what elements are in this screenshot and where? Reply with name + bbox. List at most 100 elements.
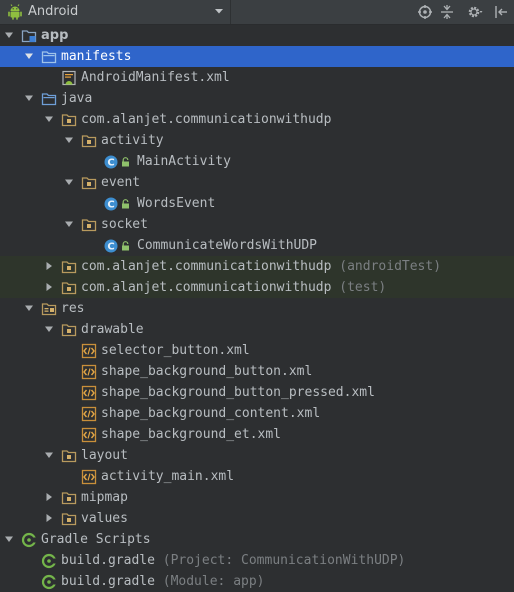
project-toolbar: Android xyxy=(0,0,514,25)
folder-icon xyxy=(41,51,57,64)
tree-item-label: res xyxy=(61,301,85,316)
collapse-icon[interactable] xyxy=(439,4,455,20)
package-icon xyxy=(81,135,97,148)
chevron-right-icon[interactable] xyxy=(44,513,54,523)
tree-item-label: build.gradle (Project: CommunicationWith… xyxy=(61,552,405,569)
tree-item-package-activity[interactable]: activity xyxy=(0,130,514,151)
class-icon: C xyxy=(104,155,118,169)
tree-item-mipmap[interactable]: mipmap xyxy=(0,487,514,508)
tree-item-xml-file[interactable]: shape_background_content.xml xyxy=(0,403,514,424)
folder-icon xyxy=(61,450,77,463)
chevron-right-icon[interactable] xyxy=(44,492,54,502)
project-tree: app manifests AndroidManifest.xml java c… xyxy=(0,25,514,592)
package-icon xyxy=(61,261,77,274)
tree-item-android-manifest[interactable]: AndroidManifest.xml xyxy=(0,67,514,88)
tree-item-xml-file[interactable]: selector_button.xml xyxy=(0,340,514,361)
lock-icon xyxy=(122,241,129,251)
tree-item-label: event xyxy=(101,175,141,190)
tree-item-package-android-test[interactable]: com.alanjet.communicationwithudp (androi… xyxy=(0,256,514,277)
view-mode-dropdown[interactable]: Android xyxy=(0,0,231,24)
chevron-down-icon[interactable] xyxy=(4,30,14,40)
lock-icon xyxy=(122,199,129,209)
chevron-down-icon[interactable] xyxy=(44,114,54,124)
svg-text:C: C xyxy=(107,242,114,253)
tree-item-values[interactable]: values xyxy=(0,508,514,529)
gradle-icon xyxy=(41,574,57,590)
file-name: build.gradle xyxy=(61,574,155,589)
tree-item-hint: (Project: CommunicationWithUDP) xyxy=(162,553,406,568)
tree-item-label: app xyxy=(41,28,69,43)
tree-item-label: selector_button.xml xyxy=(101,343,250,358)
tree-item-label: MainActivity xyxy=(137,154,231,169)
tree-item-label: com.alanjet.communicationwithudp (test) xyxy=(81,279,386,296)
source-folder-icon xyxy=(41,93,57,106)
module-folder-icon xyxy=(21,30,37,43)
tree-item-class[interactable]: C CommunicateWordsWithUDP xyxy=(0,235,514,256)
lock-icon xyxy=(122,157,129,167)
tree-item-label: Gradle Scripts xyxy=(41,532,151,547)
tree-item-label: AndroidManifest.xml xyxy=(81,70,230,85)
chevron-down-icon[interactable] xyxy=(64,135,74,145)
tree-item-label: activity xyxy=(101,133,164,148)
tree-item-build-gradle-project[interactable]: build.gradle (Project: CommunicationWith… xyxy=(0,550,514,571)
tree-item-label: java xyxy=(61,91,93,106)
tree-item-package-event[interactable]: event xyxy=(0,172,514,193)
tree-item-label: CommunicateWordsWithUDP xyxy=(137,238,318,253)
tree-item-xml-file[interactable]: shape_background_et.xml xyxy=(0,424,514,445)
tree-item-package-test[interactable]: com.alanjet.communicationwithudp (test) xyxy=(0,277,514,298)
xml-file-icon xyxy=(81,385,97,401)
hide-icon[interactable] xyxy=(493,4,509,20)
chevron-down-icon[interactable] xyxy=(44,450,54,460)
tree-item-xml-file[interactable]: activity_main.xml xyxy=(0,466,514,487)
package-icon xyxy=(61,114,77,127)
gear-icon[interactable] xyxy=(467,4,483,20)
tree-item-label: values xyxy=(81,511,128,526)
tree-item-label: WordsEvent xyxy=(137,196,216,211)
tree-item-label: shape_background_button_pressed.xml xyxy=(101,385,375,400)
chevron-down-icon xyxy=(215,9,223,14)
manifest-file-icon xyxy=(62,70,76,86)
tree-item-xml-file[interactable]: shape_background_button.xml xyxy=(0,361,514,382)
tree-item-hint: (androidTest) xyxy=(339,259,442,274)
tree-item-layout[interactable]: layout xyxy=(0,445,514,466)
tree-item-app[interactable]: app xyxy=(0,25,514,46)
tree-item-label: layout xyxy=(81,448,128,463)
tree-item-package-socket[interactable]: socket xyxy=(0,214,514,235)
chevron-down-icon[interactable] xyxy=(64,177,74,187)
tree-item-java[interactable]: java xyxy=(0,88,514,109)
tree-item-res[interactable]: res xyxy=(0,298,514,319)
chevron-down-icon[interactable] xyxy=(4,534,14,544)
tree-item-manifests[interactable]: manifests xyxy=(0,46,514,67)
package-name: com.alanjet.communicationwithudp xyxy=(81,259,332,274)
chevron-down-icon[interactable] xyxy=(24,93,34,103)
chevron-down-icon[interactable] xyxy=(64,219,74,229)
class-icon: C xyxy=(104,239,118,253)
chevron-right-icon[interactable] xyxy=(44,282,54,292)
chevron-right-icon[interactable] xyxy=(44,261,54,271)
xml-file-icon xyxy=(81,427,97,443)
tree-item-xml-file[interactable]: shape_background_button_pressed.xml xyxy=(0,382,514,403)
tree-item-class[interactable]: C WordsEvent xyxy=(0,193,514,214)
tree-item-drawable[interactable]: drawable xyxy=(0,319,514,340)
tree-item-gradle-scripts[interactable]: Gradle Scripts xyxy=(0,529,514,550)
tree-item-build-gradle-module[interactable]: build.gradle (Module: app) xyxy=(0,571,514,592)
view-mode-label: Android xyxy=(28,4,79,19)
chevron-down-icon[interactable] xyxy=(24,51,34,61)
android-icon xyxy=(8,4,22,20)
tree-item-label: shape_background_content.xml xyxy=(101,406,321,421)
chevron-down-icon[interactable] xyxy=(44,324,54,334)
tree-item-package[interactable]: com.alanjet.communicationwithudp xyxy=(0,109,514,130)
tree-item-label: shape_background_button.xml xyxy=(101,364,313,379)
folder-icon xyxy=(61,324,77,337)
resource-folder-icon xyxy=(41,303,57,316)
target-icon[interactable] xyxy=(417,4,433,20)
gradle-icon xyxy=(41,553,57,569)
file-name: build.gradle xyxy=(61,553,155,568)
tree-item-label: com.alanjet.communicationwithudp (androi… xyxy=(81,258,441,275)
tree-item-class[interactable]: C MainActivity xyxy=(0,151,514,172)
svg-text:C: C xyxy=(107,200,114,211)
chevron-down-icon[interactable] xyxy=(24,303,34,313)
tree-item-label: com.alanjet.communicationwithudp xyxy=(81,112,332,127)
gradle-icon xyxy=(21,532,37,548)
xml-file-icon xyxy=(81,406,97,422)
